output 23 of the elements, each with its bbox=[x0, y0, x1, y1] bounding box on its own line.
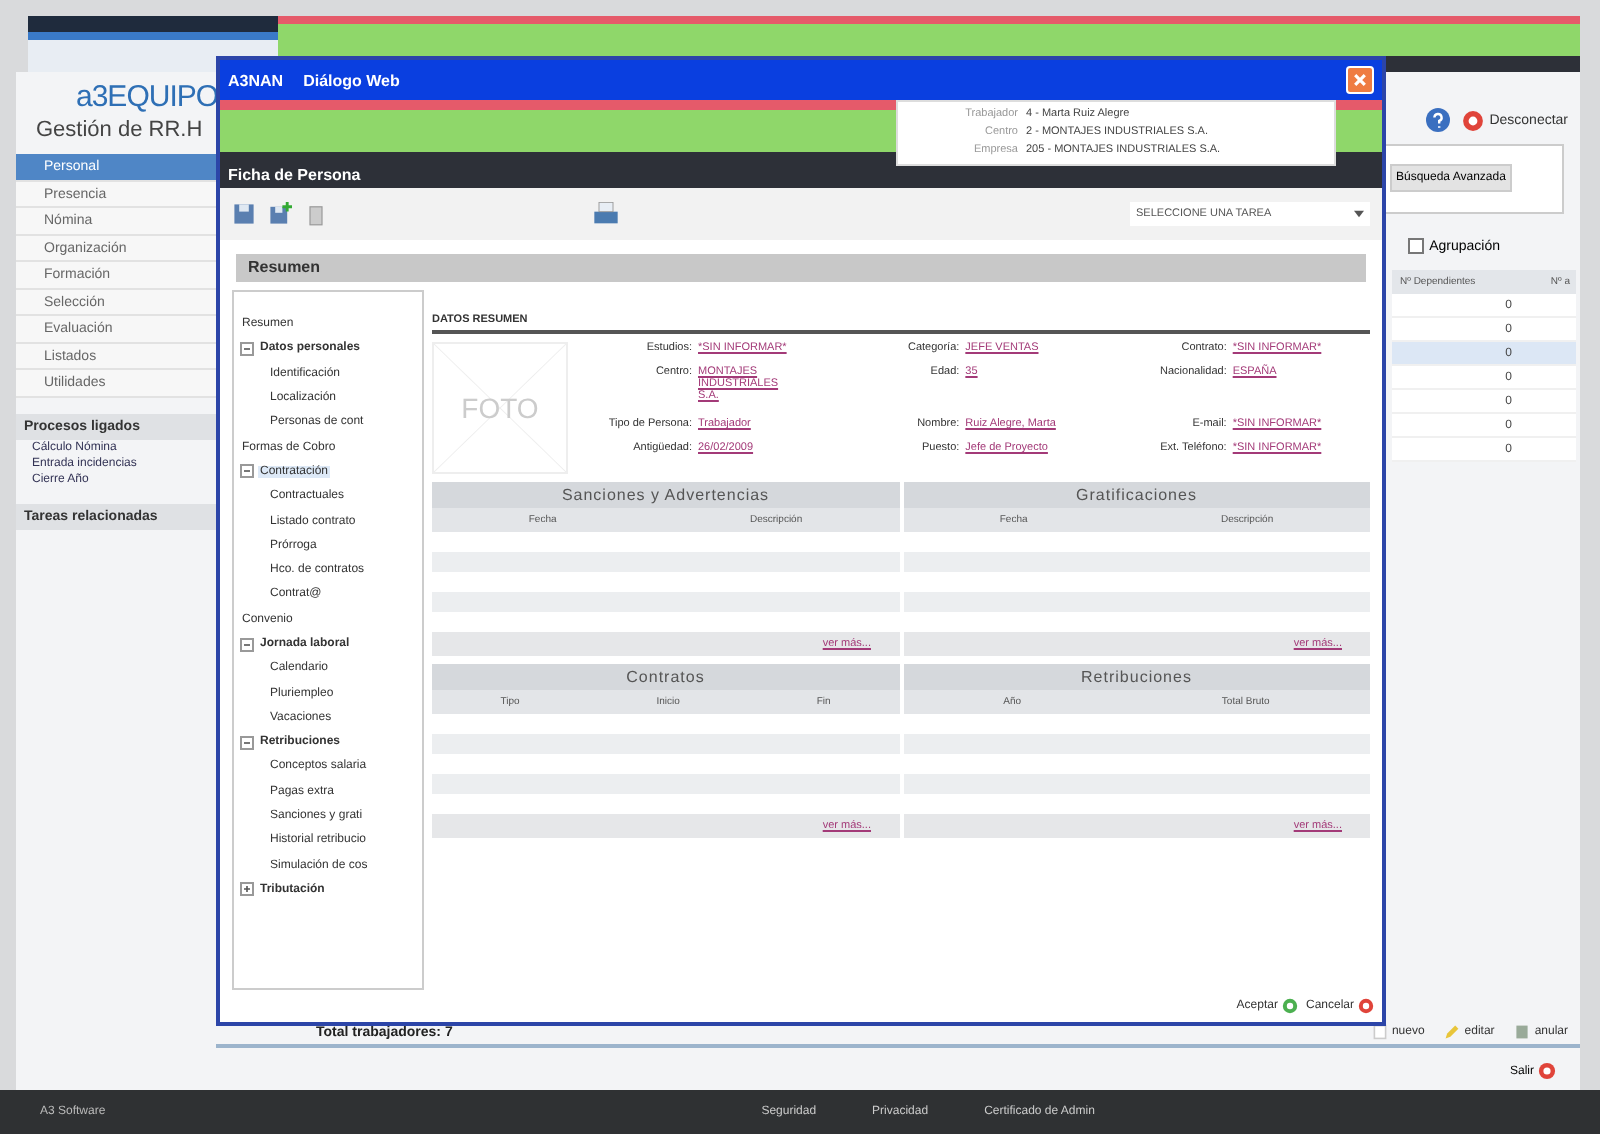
collapse-icon[interactable] bbox=[240, 464, 254, 479]
app-subtitle: Gestión de RR.H bbox=[34, 116, 205, 146]
panel-title: Retribuciones bbox=[1079, 666, 1194, 690]
panel-title: Sanciones y Advertencias bbox=[559, 484, 772, 508]
expand-icon[interactable] bbox=[240, 882, 254, 897]
caret-icon bbox=[1354, 210, 1364, 218]
logo: a3EQUIPO bbox=[74, 78, 216, 114]
window-title: Diálogo Web bbox=[303, 71, 400, 89]
panel-title: Contratos bbox=[624, 666, 707, 690]
collapse-icon[interactable] bbox=[240, 341, 254, 356]
document-icon bbox=[1514, 1024, 1531, 1040]
panel-title: Gratificaciones bbox=[1074, 484, 1199, 508]
save-as-icon[interactable] bbox=[268, 202, 292, 226]
save-icon[interactable] bbox=[232, 202, 256, 226]
print-icon[interactable] bbox=[592, 202, 620, 226]
section-bar: Resumen bbox=[236, 254, 1366, 282]
app-name: A3NAN bbox=[228, 71, 284, 89]
pencil-icon bbox=[1444, 1024, 1461, 1040]
collapse-icon[interactable] bbox=[240, 637, 254, 651]
collapse-icon[interactable] bbox=[240, 735, 254, 750]
help-icon[interactable] bbox=[1425, 108, 1450, 132]
close-button[interactable] bbox=[1346, 66, 1374, 94]
form-title: Ficha de Persona bbox=[220, 164, 1382, 188]
